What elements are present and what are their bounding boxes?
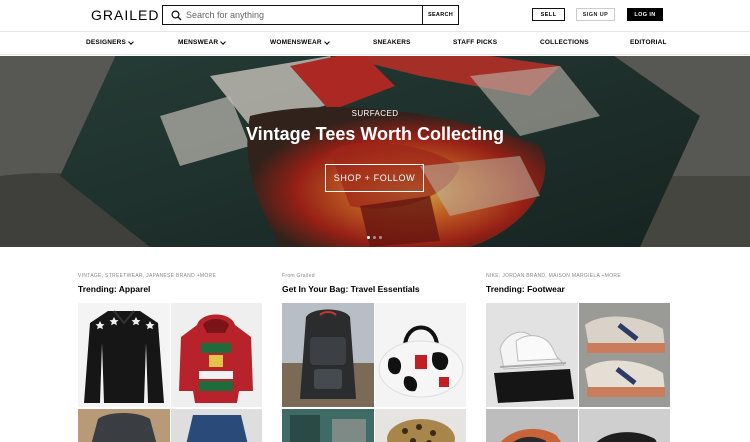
product-image-white-sneakers[interactable] xyxy=(486,303,578,407)
card-tags: VINTAGE, STREETWEAR, JAPANESE BRAND +MOR… xyxy=(78,273,217,279)
card-image-grid xyxy=(282,303,476,442)
search-input[interactable] xyxy=(186,10,416,20)
hero-banner[interactable]: SURFACED Vintage Tees Worth Collecting S… xyxy=(0,56,750,247)
collection-card[interactable]: From Grailed Get In Your Bag: Travel Ess… xyxy=(282,273,476,442)
product-image-leopard-hat[interactable] xyxy=(375,409,466,442)
chevron-down-icon xyxy=(220,38,227,45)
search-bar[interactable]: SEARCH xyxy=(162,5,459,25)
nav-item-editorial[interactable]: EDITORIAL xyxy=(630,39,667,46)
hero-eyebrow: SURFACED xyxy=(351,109,399,118)
product-image-orange-sneakers[interactable] xyxy=(486,409,578,442)
product-image-black-sneakers[interactable] xyxy=(579,409,670,442)
collection-card[interactable]: VINTAGE, STREETWEAR, JAPANESE BRAND +MOR… xyxy=(78,273,272,442)
collection-card[interactable]: NIKE, JORDAN BRAND, MAISON MARGIELA +MOR… xyxy=(486,273,680,442)
product-image-blue-jacket[interactable] xyxy=(171,409,262,442)
product-image-duffle-bag[interactable] xyxy=(375,303,466,407)
nav-item-label: WOMENSWEAR xyxy=(270,39,322,46)
nav-item-staff-picks[interactable]: STAFF PICKS xyxy=(453,39,497,46)
product-image-new-balance-sneakers[interactable] xyxy=(579,303,670,407)
card-title[interactable]: Trending: Footwear xyxy=(486,284,680,294)
nav-item-label: COLLECTIONS xyxy=(540,39,589,46)
carousel-dots xyxy=(367,236,382,239)
log-in-button[interactable]: LOG IN xyxy=(627,8,663,21)
card-image-grid xyxy=(78,303,272,442)
search-icon xyxy=(166,6,186,24)
product-image-backpack[interactable] xyxy=(282,303,374,407)
nav-item-collections[interactable]: COLLECTIONS xyxy=(540,39,589,46)
card-image-grid xyxy=(486,303,680,442)
carousel-dot[interactable] xyxy=(379,236,382,239)
main-nav: DESIGNERS MENSWEAR WOMENSWEAR SNEAKERS S… xyxy=(0,33,750,55)
product-image-black-jacket[interactable] xyxy=(78,303,170,407)
product-image-grey-hoodie[interactable] xyxy=(78,409,170,442)
hero-title: Vintage Tees Worth Collecting xyxy=(245,124,505,144)
card-title[interactable]: Get In Your Bag: Travel Essentials xyxy=(282,284,476,294)
chevron-down-icon xyxy=(128,38,134,45)
nav-item-label: EDITORIAL xyxy=(630,39,667,46)
site-header: GRAILED SEARCH SELL SIGN UP LOG IN xyxy=(0,0,750,32)
nav-item-label: SNEAKERS xyxy=(373,39,411,46)
nav-item-label: STAFF PICKS xyxy=(453,39,498,46)
carousel-dot[interactable] xyxy=(367,236,370,239)
grailed-logo[interactable]: GRAILED xyxy=(91,7,159,23)
card-tags: From Grailed xyxy=(282,273,315,279)
sign-up-button[interactable]: SIGN UP xyxy=(576,8,615,21)
nav-item-label: MENSWEAR xyxy=(178,39,219,46)
hero-cta-button[interactable]: SHOP + FOLLOW xyxy=(325,164,424,192)
carousel-dot[interactable] xyxy=(373,236,376,239)
hero-image xyxy=(0,56,750,247)
chevron-down-icon xyxy=(324,38,330,45)
card-tags: NIKE, JORDAN BRAND, MAISON MARGIELA +MOR… xyxy=(486,273,621,279)
nav-item-womenswear[interactable]: WOMENSWEAR xyxy=(270,38,330,46)
nav-item-menswear[interactable]: MENSWEAR xyxy=(178,38,227,46)
card-title[interactable]: Trending: Apparel xyxy=(78,284,272,294)
sell-button[interactable]: SELL xyxy=(532,8,565,21)
search-button[interactable]: SEARCH xyxy=(422,6,458,24)
nav-item-designers[interactable]: DESIGNERS xyxy=(86,38,134,46)
product-image-red-hoodie[interactable] xyxy=(171,303,262,407)
product-image-shelf[interactable] xyxy=(282,409,374,442)
nav-item-sneakers[interactable]: SNEAKERS xyxy=(373,39,411,46)
nav-item-label: DESIGNERS xyxy=(86,39,127,46)
